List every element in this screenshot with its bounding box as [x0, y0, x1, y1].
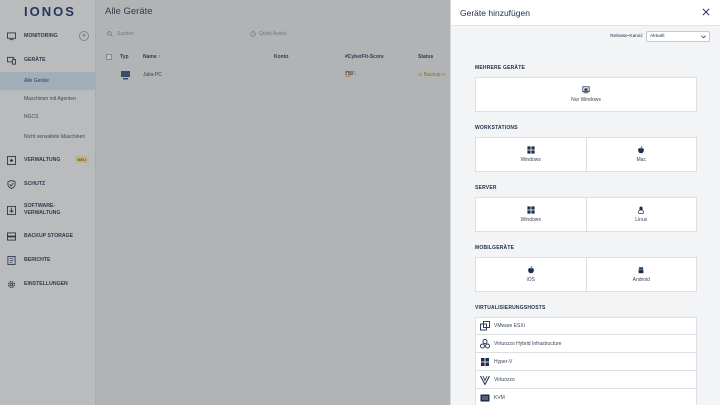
card-ws-windows-label: Windows [520, 157, 541, 163]
release-channel: Release-Kanal: Aktuell [610, 31, 710, 42]
card-srv-linux-label: Linux [635, 217, 648, 223]
card-srv-windows[interactable]: Windows [476, 198, 586, 231]
apple-icon [638, 146, 645, 154]
windows-icon [527, 146, 535, 154]
vitem-vmware[interactable]: VMware ESXi [475, 317, 697, 335]
card-srv-linux[interactable]: Linux [585, 198, 697, 231]
virtualization-list: VMware ESXi Virtuozzo Hybrid Infrastruct… [475, 317, 697, 405]
multi-windows-icon [582, 86, 590, 94]
linux-icon [638, 206, 645, 214]
vitem-virtuozzo-label: Virtuozzo [494, 376, 515, 383]
android-icon [638, 266, 644, 274]
vmware-icon [480, 321, 490, 331]
vitem-vhi-label: Virtuozzo Hybrid Infrastructure [494, 340, 562, 347]
panel-title: Geräte hinzufügen [460, 7, 530, 18]
card-srv-windows-label: Windows [520, 217, 541, 223]
section-virt-label: VIRTUALISIERUNGSHOSTS [475, 305, 546, 311]
section-server-label: SERVER [475, 185, 497, 191]
card-android[interactable]: Android [585, 258, 697, 291]
vitem-hyperv[interactable]: Hyper-V [475, 353, 697, 371]
vitem-virtuozzo[interactable]: Virtuozzo [475, 371, 697, 389]
release-value: Aktuell [650, 34, 665, 39]
windows-icon [480, 357, 490, 367]
apple-icon [527, 266, 534, 274]
vitem-kvm[interactable]: KVM [475, 389, 697, 405]
close-icon [702, 8, 710, 16]
release-select[interactable]: Aktuell [646, 31, 710, 42]
chevron-down-icon [701, 34, 706, 38]
card-ws-mac[interactable]: Mac [585, 138, 697, 171]
panel-header: Geräte hinzufügen [451, 0, 720, 26]
section-mobile-label: MOBILGERÄTE [475, 245, 515, 251]
card-windows-only-label: Nur Windows [571, 97, 601, 103]
virtuozzo-icon [480, 375, 490, 385]
card-windows-only[interactable]: Nur Windows [476, 78, 696, 111]
kvm-icon [480, 393, 490, 403]
section-multi-label: MEHRERE GERÄTE [475, 65, 526, 71]
windows-icon [527, 206, 535, 214]
workstations-row: Windows Mac [475, 137, 697, 172]
modal-overlay[interactable] [0, 0, 450, 405]
add-devices-panel: Geräte hinzufügen Release-Kanal: Aktuell… [450, 0, 720, 405]
card-ws-windows[interactable]: Windows [476, 138, 586, 171]
close-button[interactable] [701, 7, 711, 17]
vitem-kvm-label: KVM [494, 394, 505, 401]
card-ios[interactable]: iOS [476, 258, 586, 291]
multi-devices-row: Nur Windows [475, 77, 697, 112]
card-android-label: Android [632, 277, 650, 283]
section-workstations-label: WORKSTATIONS [475, 125, 518, 131]
vitem-hyperv-label: Hyper-V [494, 358, 513, 365]
virtuozzo-hybrid-icon [480, 338, 490, 349]
release-label: Release-Kanal: [610, 34, 643, 39]
server-row: Windows Linux [475, 197, 697, 232]
vitem-vhi[interactable]: Virtuozzo Hybrid Infrastructure [475, 335, 697, 353]
vitem-vmware-label: VMware ESXi [494, 323, 525, 329]
card-ws-mac-label: Mac [636, 157, 646, 163]
mobile-row: iOS Android [475, 257, 697, 292]
card-ios-label: iOS [526, 277, 535, 283]
